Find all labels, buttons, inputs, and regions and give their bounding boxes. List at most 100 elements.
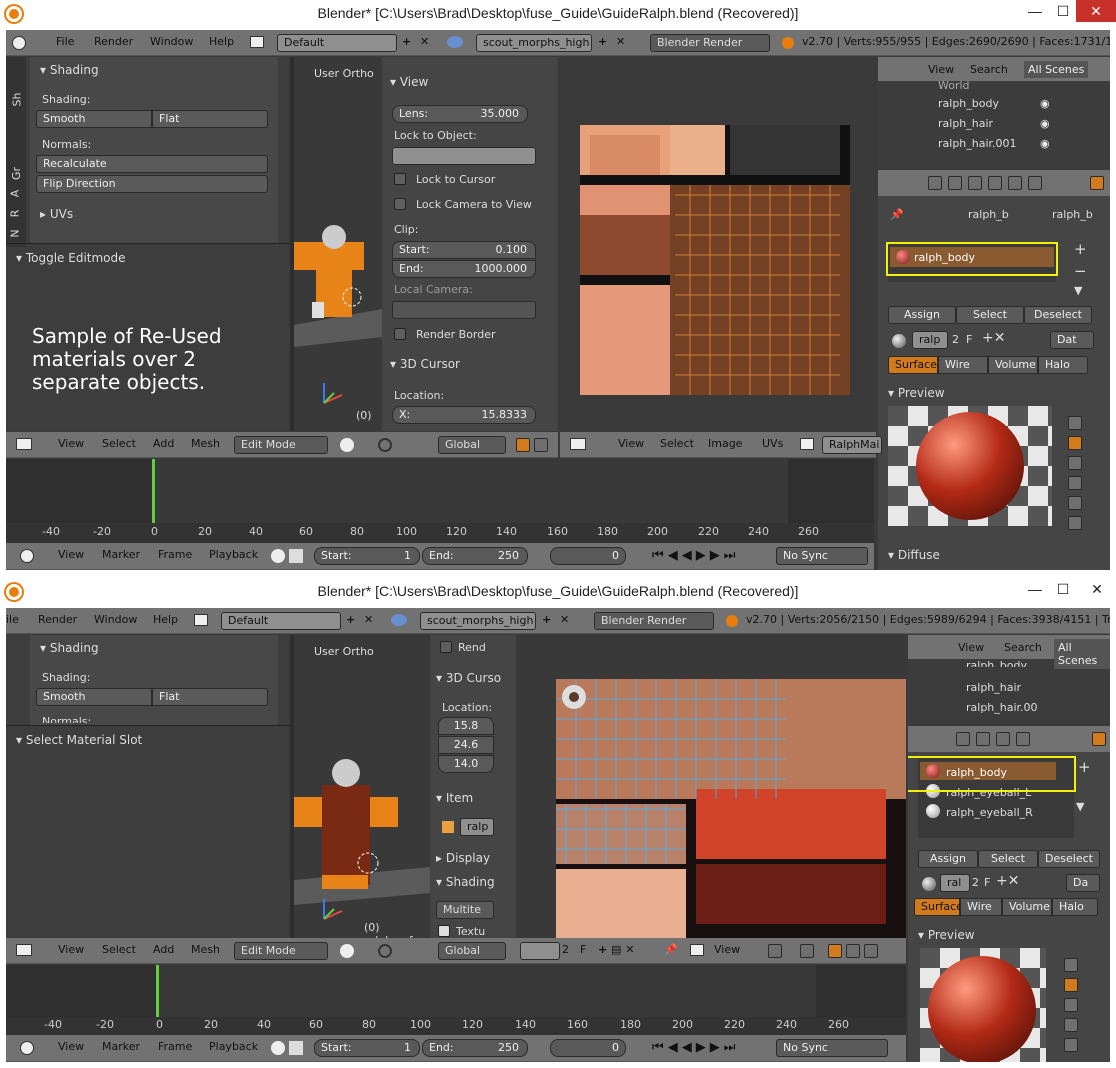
toggle-editmode-header[interactable]: ▾ Toggle Editmode	[16, 251, 126, 265]
remove-layout-icon[interactable]: ✕	[420, 35, 429, 48]
outliner-item[interactable]: ralph_body	[966, 659, 1027, 667]
menu-help[interactable]: Help	[153, 613, 178, 626]
menu-add[interactable]: Add	[153, 943, 174, 956]
volume-tab[interactable]: Volume	[1002, 898, 1052, 916]
close-button[interactable]: ✕	[1076, 0, 1116, 22]
lock-camera-checkbox[interactable]	[394, 198, 406, 210]
minimize-button[interactable]: —	[1020, 578, 1050, 600]
preview-sphere-icon[interactable]	[1068, 436, 1082, 450]
menu-help[interactable]: Help	[209, 35, 234, 48]
menu-mesh[interactable]: Mesh	[191, 437, 220, 450]
context-material[interactable]: ralph_b	[1052, 208, 1093, 221]
smooth-button[interactable]: Smooth	[36, 688, 152, 706]
preview-panel-header[interactable]: ▾ Preview	[888, 386, 945, 400]
layout-field[interactable]: Default	[277, 34, 397, 52]
shading-mode-icon[interactable]	[340, 944, 354, 958]
scene-field[interactable]: scout_morphs_high	[476, 34, 592, 52]
render-checkbox[interactable]	[440, 641, 452, 653]
menu-file[interactable]: ile	[6, 613, 19, 626]
maximize-button[interactable]: ☐	[1048, 578, 1078, 600]
uv-image-field[interactable]	[520, 942, 560, 960]
timeline[interactable]: -40 -20 0 20 40 60 80 100 120 140 160 18…	[6, 965, 906, 1035]
preview-sky-icon[interactable]	[1068, 516, 1082, 530]
slot-menu-button[interactable]: ▼	[1074, 284, 1082, 297]
outliner-item[interactable]: World	[938, 79, 970, 92]
menu-window[interactable]: Window	[150, 35, 193, 48]
remove-slot-button[interactable]: −	[1074, 262, 1087, 280]
pin-icon[interactable]: 📌	[664, 943, 678, 956]
menu-window[interactable]: Window	[94, 613, 137, 626]
preview-sphere-icon[interactable]	[1064, 978, 1078, 992]
timeline-menu-view[interactable]: View	[58, 548, 84, 561]
display-header[interactable]: ▸ Display	[436, 851, 490, 865]
timeline-menu-frame[interactable]: Frame	[158, 548, 192, 561]
modifier-tab-icon[interactable]	[1008, 176, 1022, 190]
cursor-z-field[interactable]: 14.0	[438, 755, 494, 773]
lock-icon[interactable]	[289, 1041, 303, 1055]
3d-cursor-header[interactable]: ▾ 3D Curso	[436, 671, 501, 685]
uv-editor[interactable]	[518, 635, 906, 941]
flat-button[interactable]: Flat	[152, 688, 268, 706]
uv-image-field[interactable]: RalphMai	[822, 436, 882, 454]
data-link-dropdown[interactable]: Da	[1066, 874, 1100, 892]
eye-icon[interactable]: ◉	[1040, 137, 1050, 150]
outliner-item[interactable]: ralph_hair	[938, 117, 993, 130]
object-tab-icon[interactable]	[988, 176, 1002, 190]
preview-hair-icon[interactable]	[1068, 496, 1082, 510]
material-mode-dropdown[interactable]: Multite	[436, 901, 494, 919]
halo-tab[interactable]: Halo	[1052, 898, 1098, 916]
material-slot-name[interactable]: ralph_eyeball_R	[946, 806, 1033, 819]
uvs-panel-header[interactable]: ▸ UVs	[40, 207, 73, 221]
surface-tab[interactable]: Surface	[914, 898, 963, 916]
start-frame-field[interactable]: Start: 1	[314, 547, 420, 565]
lock-cursor-checkbox[interactable]	[394, 173, 406, 185]
scene-tab-icon[interactable]	[948, 176, 962, 190]
3d-cursor-header[interactable]: ▾ 3D Cursor	[390, 357, 460, 371]
lock-icon[interactable]	[289, 549, 303, 563]
info-icon[interactable]	[12, 36, 26, 50]
fake-user-button[interactable]: F	[966, 333, 972, 346]
uv-menu-image[interactable]: Image	[708, 437, 742, 450]
menu-render[interactable]: Render	[94, 35, 133, 48]
view-panel-header[interactable]: ▾ View	[390, 75, 428, 89]
uv-menu-view[interactable]: View	[714, 943, 740, 956]
timeline-menu-marker[interactable]: Marker	[102, 548, 140, 561]
item-name-field[interactable]: ralp	[460, 818, 494, 836]
limit-selection-icon[interactable]	[516, 438, 530, 452]
maximize-button[interactable]: ☐	[1048, 0, 1078, 22]
shading-panel-header[interactable]: ▾ Shading	[40, 63, 99, 77]
tab-r[interactable]: R	[8, 210, 21, 218]
deselect-button[interactable]: Deselect	[1038, 850, 1100, 868]
playback-controls[interactable]: ⏮◀◀▶▶⏭	[652, 548, 739, 563]
shading-header[interactable]: ▾ Shading	[436, 875, 495, 889]
image-browse-icon[interactable]	[800, 438, 814, 450]
render-engine-dropdown[interactable]: Blender Render	[594, 612, 714, 630]
item-header[interactable]: ▾ Item	[436, 791, 473, 805]
mode-dropdown[interactable]: Edit Mode	[234, 942, 328, 960]
uv-menu-view[interactable]: View	[618, 437, 644, 450]
current-frame-field[interactable]: 0	[550, 547, 626, 565]
new-material-button[interactable]: +✕	[996, 873, 1019, 889]
select-material-slot-header[interactable]: ▾ Select Material Slot	[16, 733, 142, 747]
timeline-type-icon[interactable]	[20, 1041, 34, 1055]
outliner-search-tab[interactable]: Search	[1004, 641, 1042, 654]
material-name-field[interactable]: ral	[940, 874, 970, 892]
preview-flat-icon[interactable]	[1064, 958, 1078, 972]
close-button[interactable]: ✕	[1082, 578, 1112, 600]
end-frame-field[interactable]: End: 250	[422, 1039, 528, 1057]
select-button[interactable]: Select	[956, 306, 1024, 324]
uv-fake-user[interactable]: F	[580, 943, 586, 956]
tab-n[interactable]: N	[9, 229, 22, 237]
context-object[interactable]: ralph_b	[968, 208, 1009, 221]
wire-tab[interactable]: Wire	[938, 356, 988, 374]
snap-icon[interactable]	[768, 944, 782, 958]
shading-panel-header[interactable]: ▾ Shading	[40, 641, 99, 655]
menu-mesh[interactable]: Mesh	[191, 943, 220, 956]
world-tab-icon[interactable]	[996, 732, 1010, 746]
3d-viewport[interactable]: User Ortho (0)	[294, 57, 382, 431]
material-browse-icon[interactable]	[922, 877, 936, 891]
3d-viewport[interactable]: User Ortho (0) ralph_refe	[294, 635, 430, 941]
outliner-item[interactable]: ralph_hair	[966, 681, 1021, 694]
flat-button[interactable]: Flat	[152, 110, 268, 128]
lock-object-field[interactable]	[392, 147, 536, 165]
